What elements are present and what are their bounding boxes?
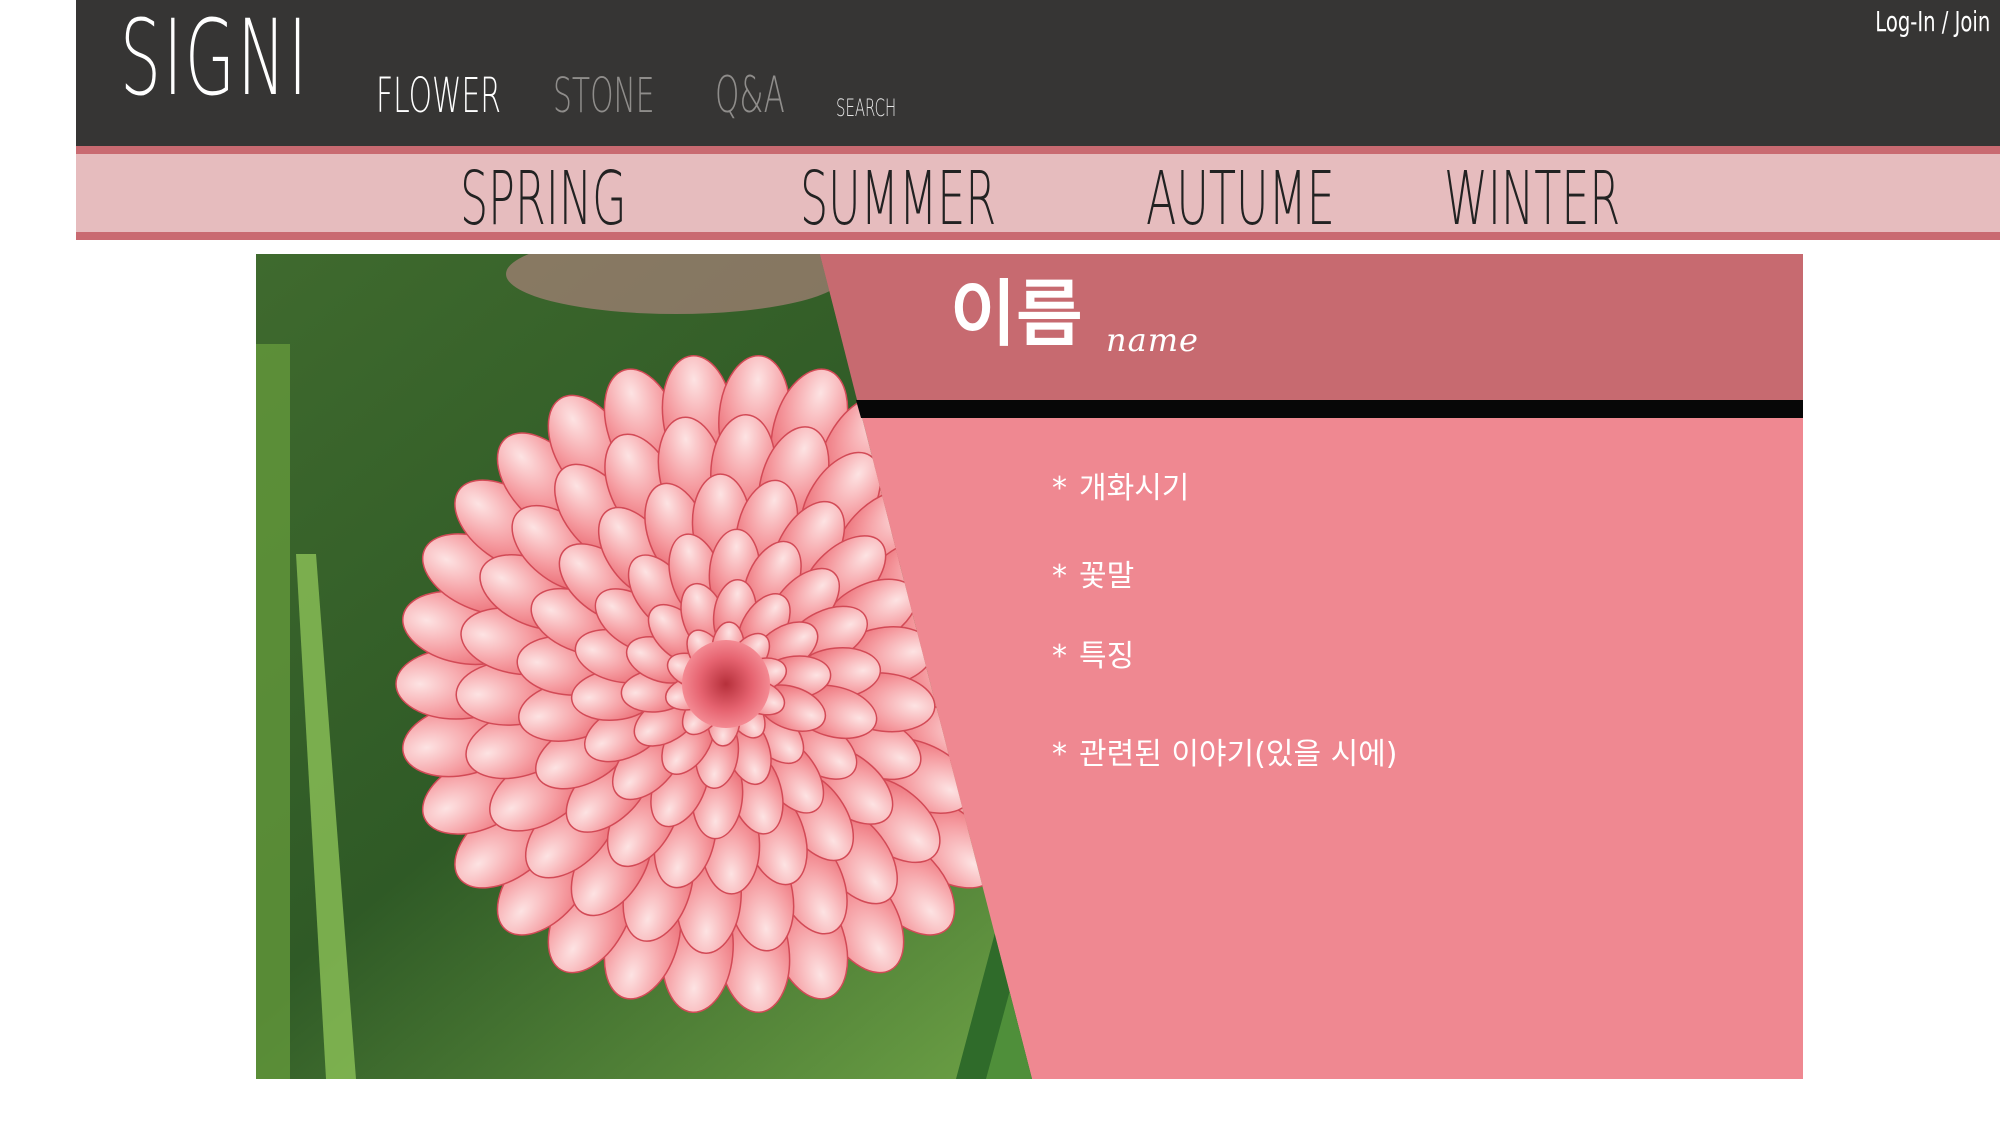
detail-label: 개화시기: [1079, 471, 1190, 506]
detail-flower-meaning: * 꽃말: [1052, 562, 1134, 592]
top-navigation-bar: SIGNI FLOWER STONE Q&A SEARCH: [76, 0, 2000, 146]
tab-winter[interactable]: WINTER: [1444, 162, 1620, 236]
detail-related-story: * 관련된 이야기(있을 시에): [1052, 740, 1397, 770]
detail-bloom-period: * 개화시기: [1052, 474, 1189, 504]
detail-feature: * 특징: [1052, 642, 1134, 672]
petal-shape: [935, 648, 1032, 720]
bullet-icon: *: [1052, 639, 1067, 674]
bullet-icon: *: [1052, 737, 1067, 772]
login-join-link[interactable]: Log-In / Join: [1875, 8, 1990, 36]
bullet-icon: *: [1052, 559, 1067, 594]
petal-shape: [930, 590, 1032, 666]
nav-flower[interactable]: FLOWER: [376, 72, 501, 120]
tab-autume[interactable]: AUTUME: [1146, 162, 1335, 236]
detail-label: 관련된 이야기(있을 시에): [1079, 737, 1398, 772]
tab-spring[interactable]: SPRING: [460, 162, 627, 236]
tab-summer[interactable]: SUMMER: [800, 162, 996, 236]
detail-label: 특징: [1079, 639, 1135, 674]
nav-search[interactable]: SEARCH: [836, 96, 896, 120]
site-logo[interactable]: SIGNI: [120, 6, 310, 110]
flower-name-korean: 이름: [950, 272, 1083, 356]
flower-center-shape: [682, 640, 770, 728]
divider-bar: [856, 400, 1803, 418]
season-tab-bar: SPRING SUMMER AUTUME WINTER: [76, 146, 2000, 240]
petal-shape: [915, 533, 1031, 616]
nav-qa[interactable]: Q&A: [715, 70, 785, 120]
nav-stone[interactable]: STONE: [553, 72, 655, 120]
detail-label: 꽃말: [1079, 559, 1135, 594]
flower-detail-panel: 이름 name * 개화시기 * 꽃말 * 특징 * 관련된 이야기(있을 시에): [256, 254, 1803, 1079]
flower-name-english: name: [1106, 321, 1199, 359]
bullet-icon: *: [1052, 471, 1067, 506]
